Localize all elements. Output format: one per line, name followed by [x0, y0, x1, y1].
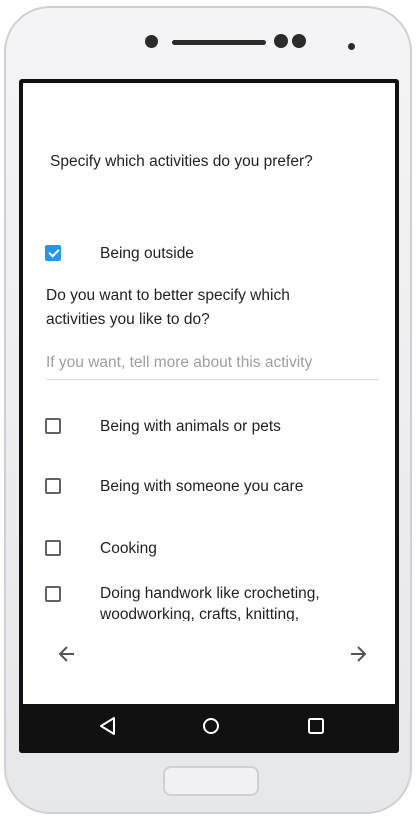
phone-screen: Specify which activities do you prefer? …	[19, 79, 399, 753]
question-title: Specify which activities do you prefer?	[50, 153, 313, 170]
scroll-fade	[23, 621, 395, 704]
checkbox[interactable]	[45, 586, 61, 602]
activity-label: Being outside	[100, 245, 194, 262]
activity-label: Being with animals or pets	[100, 418, 281, 435]
front-camera	[145, 35, 158, 48]
hardware-home-button[interactable]	[163, 766, 259, 796]
checkbox[interactable]	[45, 540, 61, 556]
system-nav-bar	[19, 704, 399, 753]
square-recents-icon[interactable]	[306, 716, 326, 741]
arrow-left-icon[interactable]	[57, 644, 77, 670]
earpiece-speaker	[172, 40, 266, 45]
arrow-right-icon[interactable]	[348, 644, 368, 670]
checkbox[interactable]	[45, 418, 61, 434]
activity-label: Being with someone you care	[100, 478, 304, 495]
proximity-sensor	[348, 43, 355, 50]
triangle-back-icon[interactable]	[98, 716, 118, 741]
activity-label: Doing handwork like crocheting, woodwork…	[100, 585, 320, 623]
followup-question: Do you want to better specify which acti…	[46, 287, 290, 328]
checkbox[interactable]	[45, 478, 61, 494]
app-content: Specify which activities do you prefer? …	[23, 83, 395, 704]
activity-details-input[interactable]	[46, 347, 379, 380]
activity-label: Cooking	[100, 540, 157, 557]
sensor-dot	[292, 34, 306, 48]
sensor-dot	[274, 34, 288, 48]
checkbox[interactable]	[45, 245, 61, 261]
circle-home-icon[interactable]	[201, 716, 221, 741]
